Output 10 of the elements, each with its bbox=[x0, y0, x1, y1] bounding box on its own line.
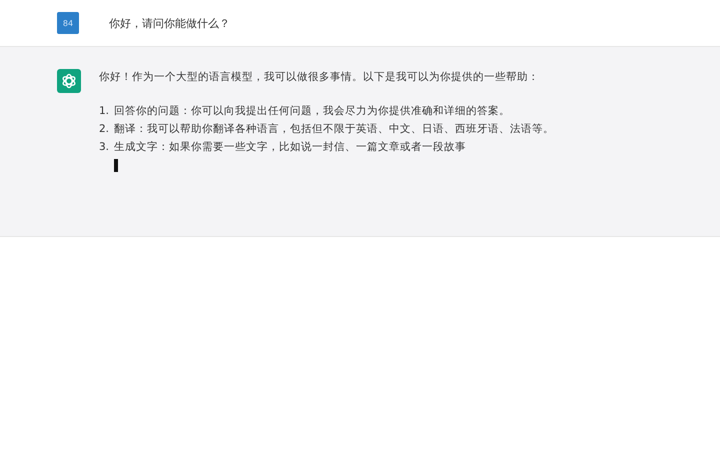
list-number: 3. bbox=[99, 140, 110, 155]
list-number: 1. bbox=[99, 104, 110, 119]
list-item-text: 回答你的问题：你可以向我提出任何问题，我会尽力为你提供准确和详细的答案。 bbox=[114, 104, 510, 119]
user-message: 你好，请问你能做什么？ bbox=[109, 16, 230, 30]
list-number: 2. bbox=[99, 122, 110, 137]
assistant-logo-icon bbox=[57, 69, 81, 93]
list-item-text: 生成文字：如果你需要一些文字，比如说一封信、一篇文章或者一段故事 bbox=[114, 140, 466, 155]
reply-intro: 你好！作为一个大型的语言模型，我可以做很多事情。以下是我可以为你提供的一些帮助： bbox=[99, 70, 540, 85]
list-item-text: 翻译：我可以帮助你翻译各种语言，包括但不限于英语、中文、日语、西班牙语、法语等。 bbox=[114, 122, 554, 137]
user-avatar: 84 bbox=[57, 12, 79, 34]
